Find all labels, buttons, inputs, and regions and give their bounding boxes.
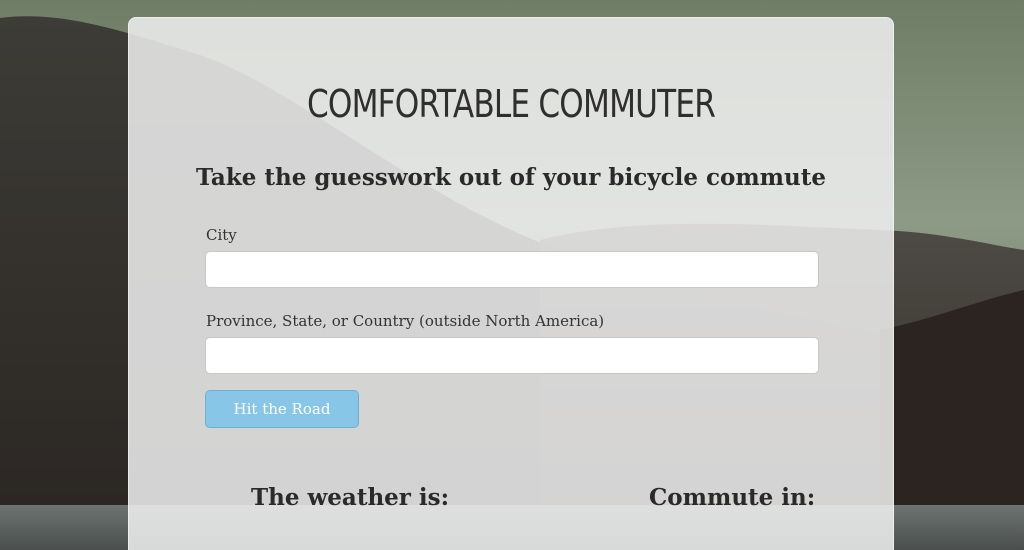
city-input[interactable] — [205, 251, 819, 288]
hit-the-road-button[interactable]: Hit the Road — [205, 390, 359, 428]
page-title: COMFORTABLE COMMUTER — [306, 82, 716, 126]
region-input[interactable] — [205, 337, 819, 374]
page-tagline: Take the guesswork out of your bicycle c… — [196, 164, 826, 191]
city-label: City — [206, 226, 237, 244]
commute-heading: Commute in: — [649, 484, 816, 511]
main-card: COMFORTABLE COMMUTER Take the guesswork … — [128, 17, 894, 550]
region-label: Province, State, or Country (outside Nor… — [206, 312, 605, 330]
weather-heading: The weather is: — [251, 484, 450, 511]
